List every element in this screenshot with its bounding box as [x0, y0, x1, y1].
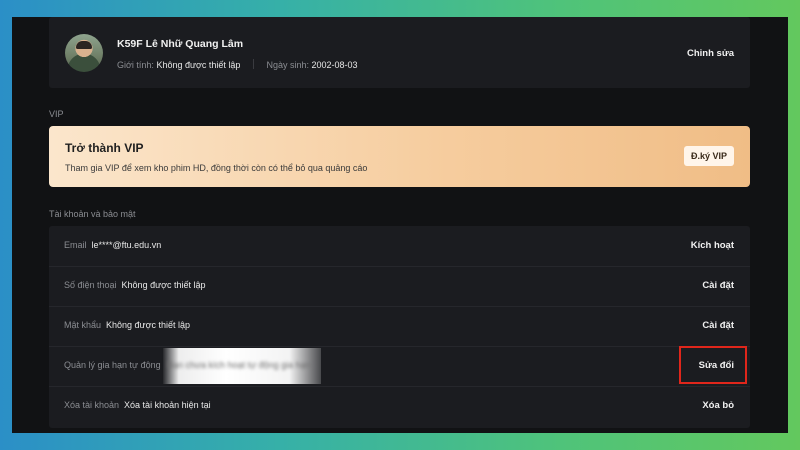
profile-name: K59F Lê Nhữ Quang Lâm — [117, 38, 244, 50]
password-value: Không được thiết lập — [106, 320, 191, 330]
profile-meta: Giới tính: Không được thiết lập Ngày sin… — [117, 59, 358, 70]
profile-card: K59F Lê Nhữ Quang Lâm Giới tính: Không đ… — [49, 17, 750, 88]
birth-value: 2002-08-03 — [311, 60, 358, 70]
edit-profile-button[interactable]: Chỉnh sửa — [687, 48, 734, 59]
auto-renew-value: Bạn chưa kích hoạt tự động gia hạn — [167, 360, 311, 370]
phone-value: Không được thiết lập — [121, 280, 206, 290]
delete-row-text: Xóa tài khoản Xóa tài khoản hiện tại — [64, 400, 211, 410]
activate-email-button[interactable]: Kích hoạt — [691, 240, 734, 251]
avatar — [65, 34, 103, 72]
delete-value: Xóa tài khoản hiện tại — [124, 400, 211, 410]
birth-label: Ngày sinh: — [266, 60, 309, 70]
meta-divider — [252, 59, 254, 69]
modify-auto-renew-button[interactable]: Sửa đổi — [699, 360, 734, 371]
delete-label: Xóa tài khoản — [64, 400, 120, 410]
phone-row: Số điện thoại Không được thiết lập Cài đặ… — [49, 266, 750, 307]
avatar-hair — [76, 41, 92, 49]
vip-description: Tham gia VIP để xem kho phim HD, đồng th… — [65, 163, 368, 173]
vip-section-label: VIP — [49, 109, 64, 119]
auto-renew-row: Quản lý gia hạn tự động Bạn chưa kích ho… — [49, 346, 750, 387]
password-label: Mật khẩu — [64, 320, 102, 330]
security-section-label: Tài khoản và bảo mật — [49, 209, 136, 219]
delete-account-button[interactable]: Xóa bỏ — [702, 400, 734, 411]
email-value: le****@ftu.edu.vn — [91, 240, 162, 250]
email-label: Email — [64, 240, 87, 250]
phone-row-text: Số điện thoại Không được thiết lập — [64, 280, 206, 290]
auto-renew-label: Quản lý gia hạn tự động — [64, 360, 161, 370]
vip-title: Trở thành VIP — [65, 141, 144, 155]
set-password-button[interactable]: Cài đặt — [702, 320, 734, 331]
vip-banner: Trở thành VIP Tham gia VIP để xem kho ph… — [49, 126, 750, 187]
set-phone-button[interactable]: Cài đặt — [702, 280, 734, 291]
account-settings-screen: K59F Lê Nhữ Quang Lâm Giới tính: Không đ… — [12, 17, 788, 433]
register-vip-button[interactable]: Đ.ký VIP — [683, 146, 734, 166]
email-row: Email le****@ftu.edu.vn Kích hoạt — [49, 226, 750, 267]
gender-value: Không được thiết lập — [156, 60, 241, 70]
password-row-text: Mật khẩu Không được thiết lập — [64, 320, 190, 330]
phone-label: Số điện thoại — [64, 280, 117, 290]
security-card: Email le****@ftu.edu.vn Kích hoạt Số điện… — [49, 226, 750, 428]
gender-label: Giới tính: — [117, 60, 154, 70]
delete-account-row: Xóa tài khoản Xóa tài khoản hiện tại Xóa … — [49, 386, 750, 426]
email-row-text: Email le****@ftu.edu.vn — [64, 240, 161, 250]
password-row: Mật khẩu Không được thiết lập Cài đặt — [49, 306, 750, 347]
